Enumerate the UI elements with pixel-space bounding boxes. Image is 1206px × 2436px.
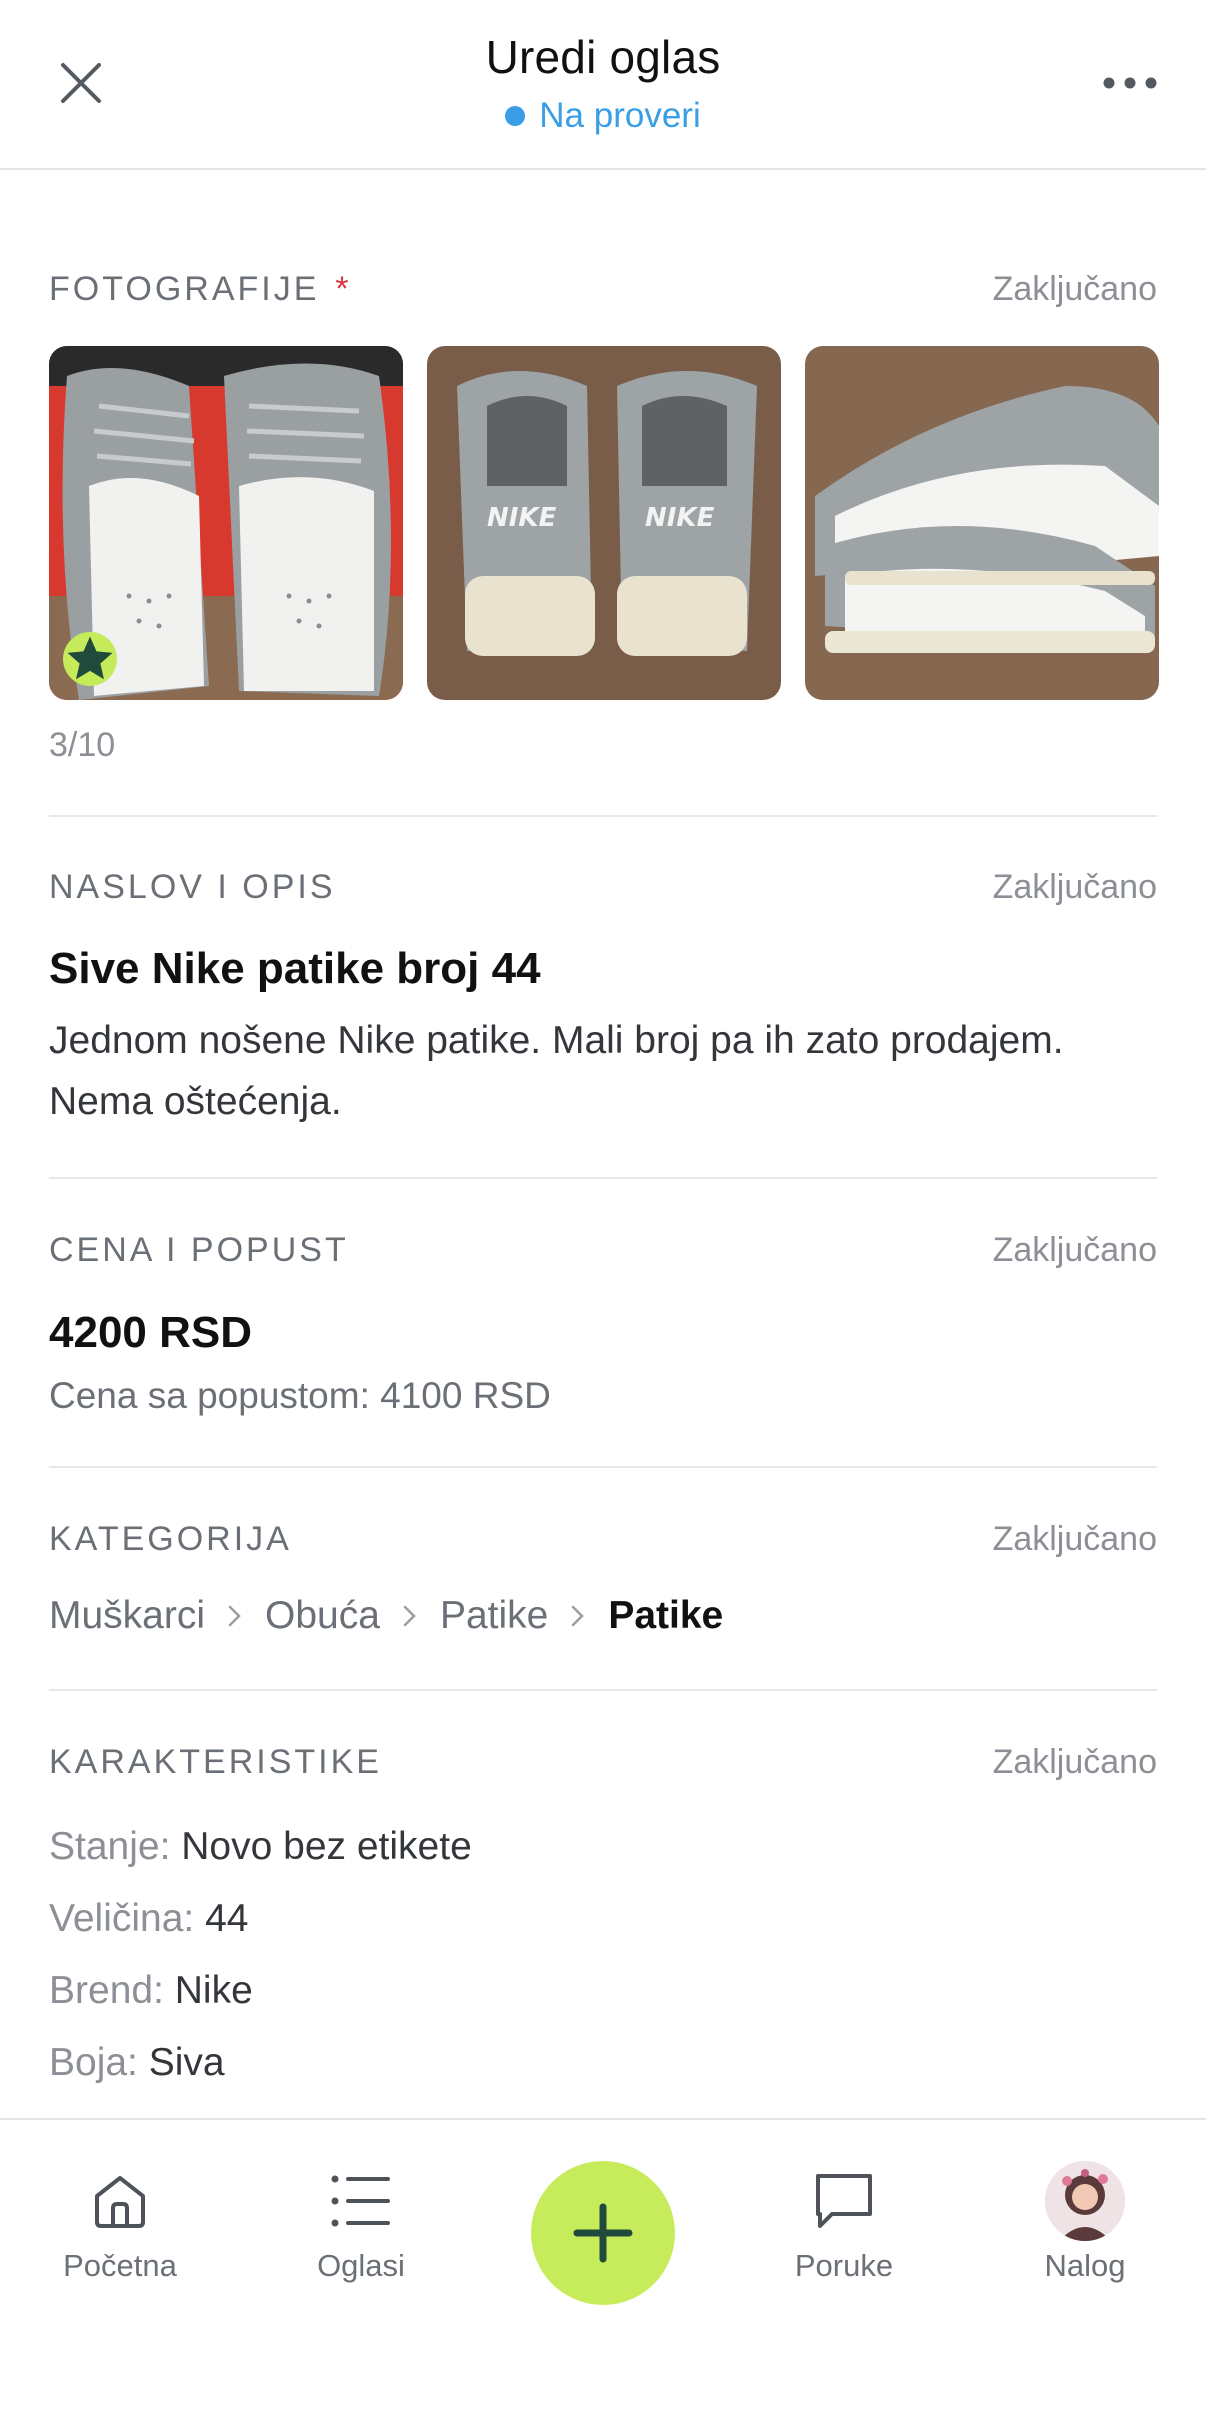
attribute-row: Brend: Nike (49, 1969, 253, 2013)
tab-account[interactable]: Nalog (985, 2161, 1185, 2284)
attribute-key: Boja: (49, 2041, 138, 2084)
ad-title: Sive Nike patike broj 44 (49, 944, 541, 993)
photo-2[interactable]: NIKE NIKE (427, 346, 781, 700)
tab-label: Oglasi (317, 2248, 405, 2283)
photos-section-label: FOTOGRAFIJE * (49, 270, 349, 309)
tab-bar: Početna Oglasi Poruke Nalog (0, 2118, 1206, 2436)
chevron-right-icon (227, 1603, 243, 1629)
breadcrumb: Muškarci Obuća Patike Patike (49, 1594, 723, 1638)
attribute-row: Veličina: 44 (49, 1897, 249, 1941)
add-listing-button[interactable] (531, 2161, 675, 2305)
divider (49, 1689, 1157, 1691)
category-locked-label: Zaključano (992, 1520, 1157, 1558)
attribute-value: 44 (205, 1897, 249, 1940)
more-options-icon[interactable] (1094, 52, 1166, 114)
title-section-label: NASLOV I OPIS (49, 868, 336, 906)
photo-3[interactable] (805, 346, 1159, 700)
photo-count: 3/10 (49, 726, 116, 764)
attribute-key: Brend: (49, 1969, 164, 2012)
tab-ads[interactable]: Oglasi (261, 2166, 461, 2284)
photos-label: FOTOGRAFIJE (49, 270, 320, 308)
tab-messages[interactable]: Poruke (744, 2166, 944, 2284)
photos-locked-label: Zaključano (992, 270, 1157, 308)
breadcrumb-item: Patike (439, 1594, 549, 1637)
price-section-label: CENA I POPUST (49, 1231, 349, 1269)
tab-home[interactable]: Početna (20, 2166, 220, 2284)
attribute-key: Veličina: (49, 1897, 195, 1940)
status-badge: Na proveri (0, 96, 1206, 136)
attribute-row: Boja: Siva (49, 2041, 225, 2085)
divider (49, 815, 1157, 817)
attributes-locked-label: Zaključano (992, 1743, 1157, 1781)
category-section-label: KATEGORIJA (49, 1520, 292, 1558)
tab-label: Poruke (794, 2248, 894, 2283)
svg-text:NIKE: NIKE (645, 503, 715, 533)
attribute-value: Nike (174, 1969, 253, 2012)
chevron-right-icon (570, 1603, 586, 1629)
plus-icon (573, 2203, 633, 2263)
list-icon (261, 2166, 461, 2236)
required-mark: * (335, 270, 349, 308)
breadcrumb-item: Obuća (265, 1594, 380, 1637)
chevron-right-icon (402, 1603, 418, 1629)
tab-label: Nalog (1044, 2248, 1126, 2283)
attribute-row: Stanje: Novo bez etikete (49, 1825, 472, 1869)
photo-1[interactable] (49, 346, 403, 700)
attribute-key: Stanje: (49, 1825, 171, 1868)
breadcrumb-current: Patike (608, 1594, 724, 1637)
attributes-section-label: KARAKTERISTIKE (49, 1743, 382, 1781)
price-locked-label: Zaključano (992, 1231, 1157, 1269)
svg-text:NIKE: NIKE (487, 503, 557, 533)
chat-icon (744, 2166, 944, 2236)
tab-label: Početna (63, 2248, 177, 2283)
attribute-value: Siva (148, 2041, 225, 2084)
ad-description: Jednom nošene Nike patike. Mali broj pa … (49, 1019, 1064, 1123)
avatar (1045, 2161, 1125, 2241)
attribute-value: Novo bez etikete (181, 1825, 472, 1868)
page-title: Uredi oglas (485, 31, 721, 83)
status-dot-icon (505, 106, 526, 126)
home-icon (20, 2166, 220, 2236)
price-value: 4200 RSD (49, 1308, 253, 1357)
main-photo-star-icon (63, 632, 117, 686)
header: Uredi oglas Na proveri (0, 0, 1206, 170)
divider (49, 1466, 1157, 1468)
title-locked-label: Zaključano (992, 868, 1157, 906)
breadcrumb-item: Muškarci (49, 1594, 206, 1637)
status-text: Na proveri (539, 96, 701, 135)
discount-price: Cena sa popustom: 4100 RSD (49, 1375, 551, 1416)
divider (49, 1177, 1157, 1179)
